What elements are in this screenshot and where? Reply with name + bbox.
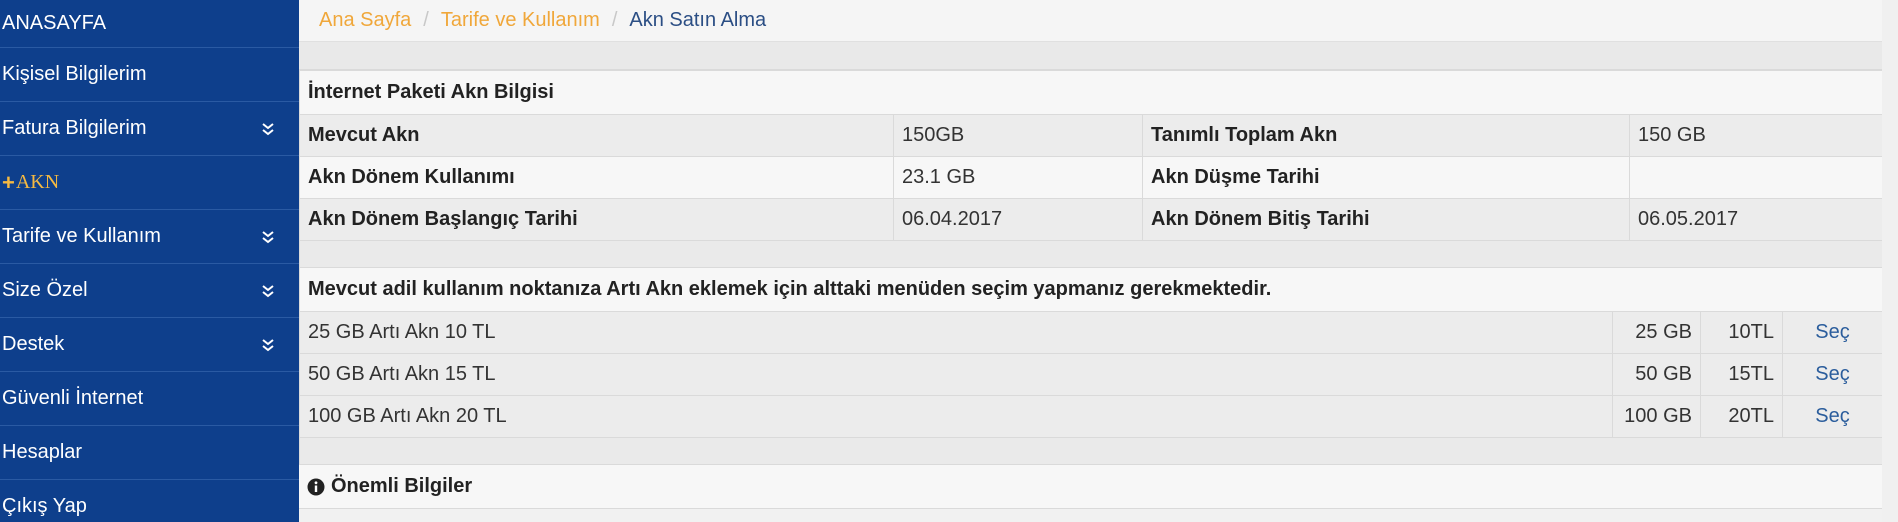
- breadcrumb-current: Akn Satın Alma: [629, 9, 767, 31]
- package-name: 50 GB Artı Akn 15 TL: [299, 353, 1613, 396]
- breadcrumb: Ana Sayfa / Tarife ve Kullanım / Akn Sat…: [299, 0, 1882, 42]
- important-info-header: Önemli Bilgiler: [299, 464, 1882, 509]
- sidebar-item-label: ANASAYFA: [2, 12, 107, 34]
- info-circle-icon: [307, 478, 325, 495]
- important-info-title: Önemli Bilgiler: [331, 475, 473, 497]
- table-row: Akn Dönem Kullanımı 23.1 GB Akn Düşme Ta…: [299, 156, 1883, 199]
- package-price: 20TL: [1700, 395, 1783, 438]
- table-label: Akn Dönem Kullanımı: [299, 156, 894, 199]
- table-label: Akn Düşme Tarihi: [1142, 156, 1630, 199]
- package-row: 25 GB Artı Akn 10 TL 25 GB 10TL Seç: [299, 311, 1883, 354]
- plus-icon: +: [2, 169, 15, 195]
- package-name: 25 GB Artı Akn 10 TL: [299, 311, 1613, 354]
- akn-info-title: İnternet Paketi Akn Bilgisi: [299, 70, 1883, 115]
- table-label: Akn Dönem Başlangıç Tarihi: [299, 198, 894, 241]
- akn-info-table: İnternet Paketi Akn Bilgisi Mevcut Akn 1…: [299, 70, 1883, 241]
- chevron-double-down-icon: [262, 338, 274, 351]
- package-table: Mevcut adil kullanım noktanıza Artı Akn …: [299, 267, 1883, 438]
- package-size: 25 GB: [1612, 311, 1701, 354]
- sidebar-item-label: Kişisel Bilgilerim: [2, 63, 147, 85]
- sidebar-item-label: Güvenli İnternet: [2, 387, 144, 409]
- chevron-double-down-icon: [262, 230, 274, 243]
- sidebar-item-label: Tarife ve Kullanım: [2, 225, 161, 247]
- package-row: 100 GB Artı Akn 20 TL 100 GB 20TL Seç: [299, 395, 1883, 438]
- table-value: 150GB: [893, 114, 1143, 157]
- select-package-link[interactable]: Seç: [1782, 395, 1883, 438]
- table-label: Tanımlı Toplam Akn: [1142, 114, 1630, 157]
- sidebar-item-label: Hesaplar: [2, 441, 83, 463]
- select-package-link[interactable]: Seç: [1782, 353, 1883, 396]
- section-spacer: [299, 42, 1882, 70]
- sidebar-item-label: AKN: [15, 171, 60, 193]
- package-price: 10TL: [1700, 311, 1783, 354]
- sidebar-item-label: Size Özel: [2, 279, 88, 301]
- sidebar-item-label: Çıkış Yap: [2, 495, 87, 517]
- chevron-double-down-icon: [262, 284, 274, 297]
- sidebar-item-destek[interactable]: Destek: [0, 318, 299, 372]
- breadcrumb-home-link[interactable]: Ana Sayfa: [319, 9, 411, 32]
- sidebar-item-size-ozel[interactable]: Size Özel: [0, 264, 299, 318]
- package-size: 100 GB: [1612, 395, 1701, 438]
- package-row: 50 GB Artı Akn 15 TL 50 GB 15TL Seç: [299, 353, 1883, 396]
- table-value: [1629, 156, 1883, 199]
- sidebar-item-anasayfa[interactable]: ANASAYFA: [0, 0, 299, 48]
- table-value: 06.05.2017: [1629, 198, 1883, 241]
- breadcrumb-separator: /: [611, 9, 618, 31]
- sidebar-item-akn[interactable]: + AKN: [0, 156, 299, 210]
- breadcrumb-tariff-link[interactable]: Tarife ve Kullanım: [441, 9, 600, 32]
- select-package-link[interactable]: Seç: [1782, 311, 1883, 354]
- sidebar-item-kisisel-bilgilerim[interactable]: Kişisel Bilgilerim: [0, 48, 299, 102]
- table-label: Mevcut Akn: [299, 114, 894, 157]
- scrollbar[interactable]: [1882, 0, 1898, 522]
- sidebar-item-hesaplar[interactable]: Hesaplar: [0, 426, 299, 480]
- section-spacer: [299, 438, 1882, 464]
- table-value: 23.1 GB: [893, 156, 1143, 199]
- package-instructions: Mevcut adil kullanım noktanıza Artı Akn …: [299, 267, 1883, 312]
- table-value: 150 GB: [1629, 114, 1883, 157]
- chevron-double-down-icon: [262, 122, 274, 135]
- table-row: Akn Dönem Başlangıç Tarihi 06.04.2017 Ak…: [299, 198, 1883, 241]
- sidebar-item-tarife-ve-kullanim[interactable]: Tarife ve Kullanım: [0, 210, 299, 264]
- sidebar-item-label: Destek: [2, 333, 65, 355]
- breadcrumb-separator: /: [423, 9, 429, 31]
- package-size: 50 GB: [1612, 353, 1701, 396]
- package-name: 100 GB Artı Akn 20 TL: [299, 395, 1613, 438]
- sidebar-item-guvenli-internet[interactable]: Güvenli İnternet: [0, 372, 299, 426]
- table-label: Akn Dönem Bitiş Tarihi: [1142, 198, 1630, 241]
- table-row: Mevcut Akn 150GB Tanımlı Toplam Akn 150 …: [299, 114, 1883, 157]
- sidebar-item-fatura-bilgilerim[interactable]: Fatura Bilgilerim: [0, 102, 299, 156]
- table-value: 06.04.2017: [893, 198, 1143, 241]
- section-spacer: [299, 241, 1882, 267]
- package-price: 15TL: [1700, 353, 1783, 396]
- sidebar-item-cikis-yap[interactable]: Çıkış Yap: [0, 480, 299, 522]
- main-content: Ana Sayfa / Tarife ve Kullanım / Akn Sat…: [299, 0, 1883, 522]
- sidebar-item-label: Fatura Bilgilerim: [2, 117, 147, 139]
- sidebar: ANASAYFA Kişisel Bilgilerim Fatura Bilgi…: [0, 0, 299, 522]
